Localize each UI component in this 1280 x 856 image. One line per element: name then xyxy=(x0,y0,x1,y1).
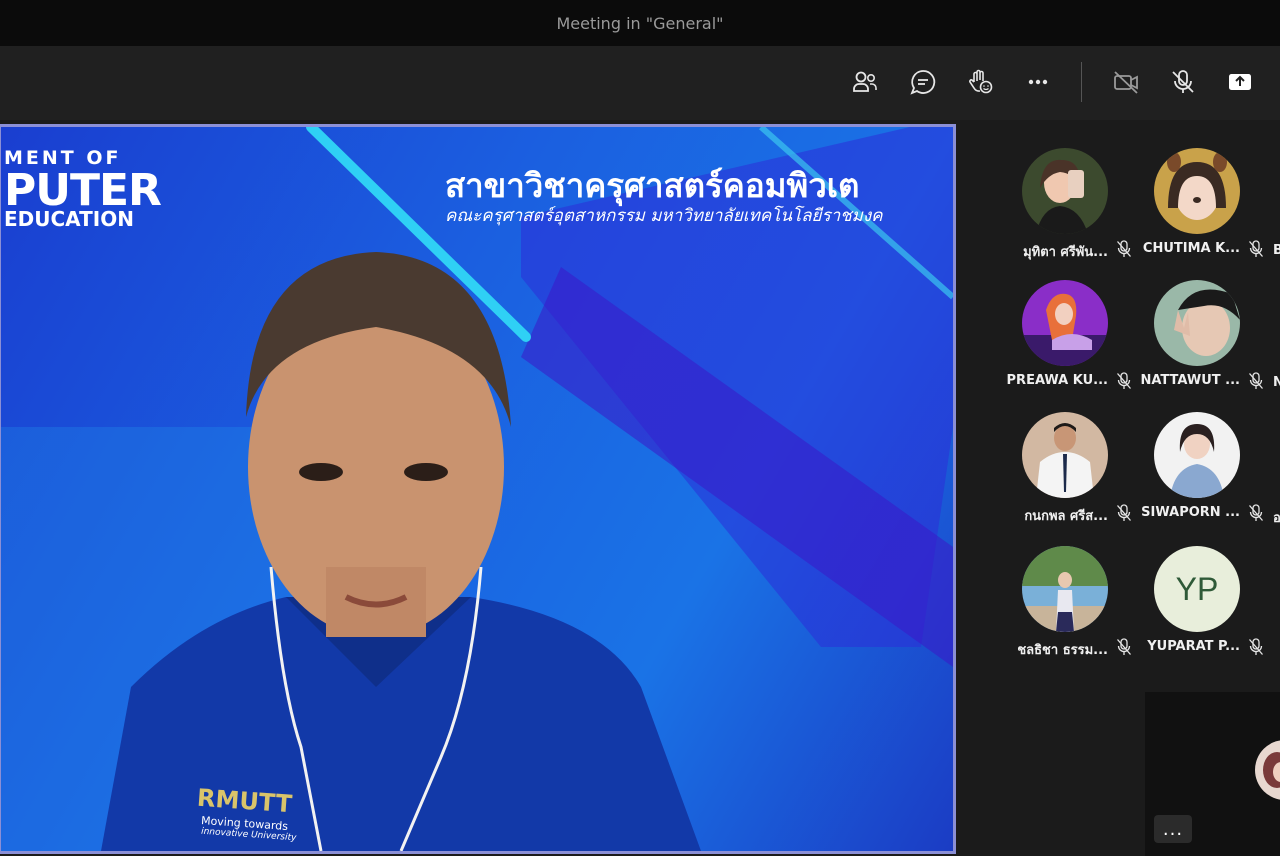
avatar xyxy=(1154,280,1240,366)
more-icon xyxy=(1028,79,1048,85)
backdrop-subtitle: คณะครุศาสตร์อุตสาหกรรม มหาวิทยาลัยเทคโนโ… xyxy=(445,206,883,226)
mic-button[interactable] xyxy=(1165,64,1201,100)
participant-tile[interactable]: SIWAPORN ... xyxy=(1132,384,1264,521)
avatar xyxy=(1154,148,1240,234)
participant-name-partial: อ xyxy=(1273,511,1280,526)
meeting-toolbar xyxy=(0,46,1280,120)
chat-button[interactable] xyxy=(905,64,941,100)
mic-off-icon xyxy=(1172,70,1194,93)
dept-text-line3: EDUCATION xyxy=(4,207,134,231)
avatar xyxy=(1022,148,1108,234)
self-view-more-button[interactable]: ... xyxy=(1154,815,1192,843)
share-tray-icon xyxy=(1229,74,1251,90)
virtual-background xyxy=(1,127,953,851)
participant-tile[interactable]: CHUTIMA K... xyxy=(1132,120,1264,257)
participant-tile[interactable]: มุทิตา ศรีพัน... xyxy=(1000,120,1132,260)
avatar xyxy=(1154,412,1240,498)
mic-muted-icon xyxy=(1249,638,1263,655)
camera-button[interactable] xyxy=(1108,64,1144,100)
people-icon xyxy=(853,71,877,92)
mic-muted-icon xyxy=(1117,638,1131,655)
raise-hand-button[interactable] xyxy=(962,64,998,100)
participant-name: ชลธิชา ธรรม... xyxy=(1017,643,1108,658)
participant-name-partial: B xyxy=(1273,243,1280,258)
participant-tile[interactable]: PREAWA KU... xyxy=(1000,252,1132,389)
more-actions-button[interactable] xyxy=(1020,64,1056,100)
participant-name-partial: N xyxy=(1273,375,1280,390)
participant-tile[interactable]: ชลธิชา ธรรม... xyxy=(1000,518,1132,658)
share-button[interactable] xyxy=(1222,64,1258,100)
participant-name: YUPARAT P... xyxy=(1147,639,1240,654)
avatar xyxy=(1022,280,1108,366)
camera-off-icon xyxy=(1114,71,1138,94)
participant-tile[interactable]: YP YUPARAT P... xyxy=(1132,518,1264,655)
toolbar-divider xyxy=(1081,62,1082,102)
avatar xyxy=(1022,412,1108,498)
raise-hand-icon xyxy=(969,69,993,94)
avatar xyxy=(1022,546,1108,632)
participant-tile[interactable]: กนกพล ศรีส... xyxy=(1000,384,1132,524)
active-speaker-video[interactable]: MENT OF PUTER EDUCATION สาขาวิชาครุศาสตร… xyxy=(0,124,956,854)
meeting-title: Meeting in "General" xyxy=(556,13,724,33)
avatar-initials: YP xyxy=(1154,546,1240,632)
participant-tile[interactable]: NATTAWUT ... xyxy=(1132,252,1264,389)
main-stage: MENT OF PUTER EDUCATION สาขาวิชาครุศาสตร… xyxy=(0,120,960,856)
chat-icon xyxy=(910,70,936,95)
people-button[interactable] xyxy=(847,64,883,100)
window-titlebar: Meeting in "General" xyxy=(0,0,1280,46)
